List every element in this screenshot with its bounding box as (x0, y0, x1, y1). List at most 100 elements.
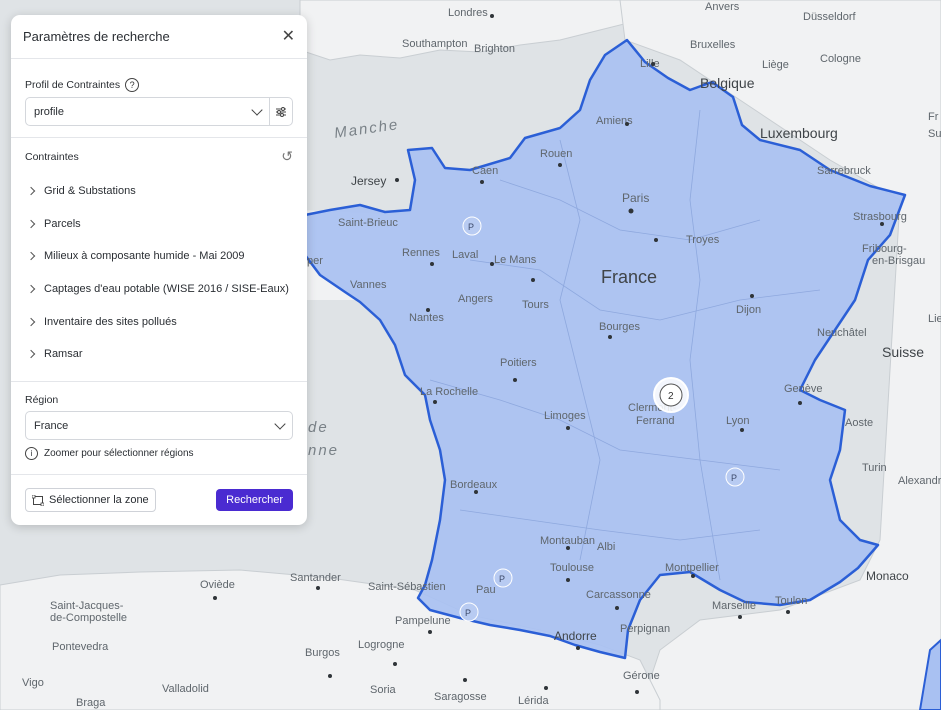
label-france: France (601, 267, 657, 287)
constraint-label: Inventaire des sites pollués (44, 315, 177, 328)
label-toulon: Toulon (775, 595, 807, 607)
profile-select-value: profile (34, 105, 64, 118)
region-hint: i Zoomer pour sélectionner régions (25, 447, 293, 460)
label-valladolid: Valladolid (162, 683, 209, 695)
label-paris: Paris (622, 191, 649, 205)
label-rennes: Rennes (402, 247, 440, 259)
label-bordeaux: Bordeaux (450, 479, 498, 491)
search-panel: Paramètres de recherche ✕ Profil de Cont… (11, 15, 307, 525)
region-select[interactable]: France (25, 411, 293, 440)
label-london: Londres (448, 7, 488, 19)
label-luxembourg: Luxembourg (760, 125, 838, 141)
panel-footer: Sélectionner la zone Rechercher (11, 475, 307, 525)
label-braga: Braga (76, 697, 106, 709)
constraint-item-ramsar[interactable]: Ramsar (25, 338, 293, 371)
constraint-label: Ramsar (44, 348, 83, 361)
label-carcassonne: Carcassonne (586, 589, 651, 601)
label-nantes: Nantes (409, 312, 444, 324)
label-soria: Soria (370, 684, 397, 696)
label-le-mans: Le Mans (494, 254, 537, 266)
label-liege: Liège (762, 59, 789, 71)
label-rouen: Rouen (540, 148, 572, 160)
select-area-icon (32, 494, 44, 506)
reset-icon[interactable]: ↺ (281, 148, 293, 165)
label-montpellier: Montpellier (665, 562, 719, 574)
label-pampelune: Pampelune (395, 615, 451, 627)
chevron-right-icon (26, 187, 36, 196)
label-strasbourg: Strasbourg (853, 211, 907, 223)
svg-text:P: P (468, 222, 474, 232)
label-su: Su (928, 128, 941, 140)
chevron-down-icon (251, 103, 263, 116)
label-logrogne: Logrogne (358, 639, 405, 651)
filter-settings-button[interactable] (270, 97, 293, 126)
region-select-row: France (25, 411, 293, 440)
label-marseille: Marseille (712, 600, 756, 612)
label-jersey: Jersey (351, 174, 386, 188)
info-icon: i (25, 447, 38, 460)
label-limoges: Limoges (544, 410, 586, 422)
panel-header: Paramètres de recherche ✕ (11, 15, 307, 59)
label-geneve: Genève (784, 383, 823, 395)
svg-text:P: P (499, 574, 505, 584)
label-dijon: Dijon (736, 304, 761, 316)
region-section: Région France i Zoomer pour sélectionner… (11, 382, 307, 475)
label-monaco: Monaco (866, 569, 909, 583)
label-suisse: Suisse (882, 344, 924, 360)
search-button[interactable]: Rechercher (216, 489, 293, 511)
panel-title: Paramètres de recherche (23, 29, 170, 44)
constraint-item-grid[interactable]: Grid & Substations (25, 175, 293, 208)
profile-select-row: profile (25, 97, 293, 126)
close-icon[interactable]: ✕ (282, 28, 295, 45)
label-albi: Albi (597, 541, 615, 553)
profile-label-row: Profil de Contraintes ? (25, 78, 293, 92)
sliders-icon (276, 106, 286, 117)
label-burgos: Burgos (305, 647, 340, 659)
label-tours: Tours (522, 299, 549, 311)
label-alexandrie: Alexandrie (898, 475, 941, 487)
label-santiago-2: de-Compostelle (50, 612, 127, 624)
chevron-right-icon (26, 317, 36, 326)
constraint-item-inventaire[interactable]: Inventaire des sites pollués (25, 305, 293, 338)
label-lille: Lille (640, 58, 660, 70)
label-turin: Turin (862, 462, 887, 474)
label-sarrebruck: Sarrebruck (817, 165, 871, 177)
label-de: de (308, 419, 329, 436)
constraint-item-captages[interactable]: Captages d'eau potable (WISE 2016 / SISE… (25, 273, 293, 306)
constraints-title: Contraintes (25, 150, 79, 163)
cluster-marker[interactable]: 2 (653, 377, 689, 413)
profile-select[interactable]: profile (25, 97, 270, 126)
label-perpignan: Perpignan (620, 623, 670, 635)
constraint-item-parcels[interactable]: Parcels (25, 208, 293, 241)
label-pau: Pau (476, 584, 496, 596)
label-neuchatel: Neuchâtel (817, 327, 867, 339)
region-select-value: France (34, 419, 69, 432)
chevron-right-icon (26, 350, 36, 359)
constraints-header: Contraintes ↺ (25, 138, 293, 175)
label-vannes: Vannes (350, 279, 387, 291)
label-bruxelles: Bruxelles (690, 39, 736, 51)
constraint-label: Captages d'eau potable (WISE 2016 / SISE… (44, 283, 289, 296)
label-santander: Santander (290, 572, 341, 584)
chevron-right-icon (26, 252, 36, 261)
constraint-item-milieux[interactable]: Milieux à composante humide - Mai 2009 (25, 240, 293, 273)
chevron-right-icon (26, 284, 36, 294)
label-anvers: Anvers (705, 1, 740, 13)
label-saint-sebastien: Saint-Sébastien (368, 581, 446, 593)
constraint-label: Grid & Substations (44, 185, 136, 198)
label-saint-brieuc: Saint-Brieuc (338, 217, 398, 229)
constraint-label: Milieux à composante humide - Mai 2009 (44, 250, 245, 263)
label-brighton: Brighton (474, 43, 515, 55)
label-bourges: Bourges (599, 321, 640, 333)
label-fr: Fr (928, 111, 939, 123)
help-icon[interactable]: ? (125, 78, 140, 92)
label-lie: Lie (928, 313, 941, 325)
svg-text:P: P (465, 608, 471, 618)
profile-label: Profil de Contraintes (25, 79, 121, 91)
label-lerida: Lérida (518, 695, 549, 707)
profile-section: Profil de Contraintes ? profile (11, 59, 307, 138)
label-gerone: Gérone (623, 670, 660, 682)
constraint-label: Parcels (44, 217, 81, 230)
label-montauban: Montauban (540, 535, 595, 547)
select-zone-button[interactable]: Sélectionner la zone (25, 488, 156, 512)
